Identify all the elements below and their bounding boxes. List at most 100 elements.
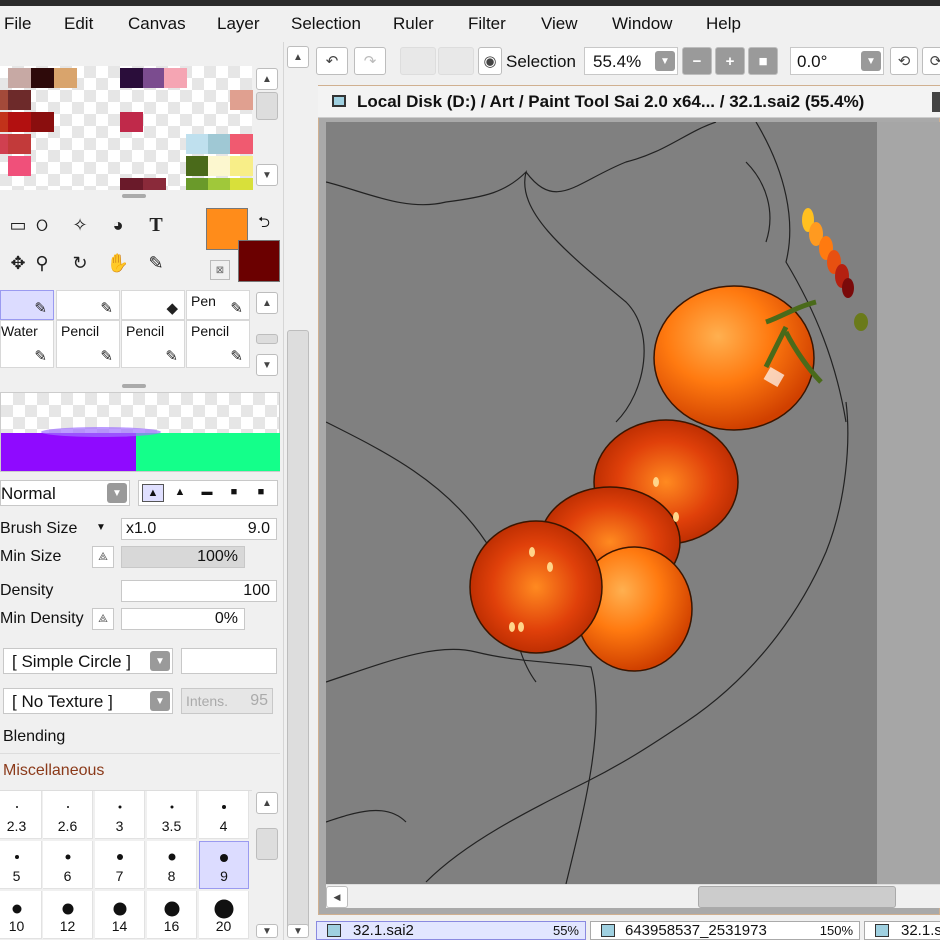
pressure-icon[interactable]: ⟁ <box>92 608 114 630</box>
brush-texture-select[interactable]: [ No Texture ] ▼ <box>3 688 173 714</box>
brush-tile[interactable]: ✎ <box>56 290 120 320</box>
deselect-button[interactable] <box>400 47 436 75</box>
brush-tile-pencil[interactable]: Pencil ✎ <box>121 320 185 368</box>
zoom-in-button[interactable]: + <box>715 47 745 75</box>
blending-section[interactable]: Blending <box>0 722 280 754</box>
menu-canvas[interactable]: Canvas <box>128 14 186 34</box>
brush-tile-pencil[interactable]: Pencil ✎ <box>56 320 120 368</box>
menu-layer[interactable]: Layer <box>217 14 260 34</box>
canvas-scroll-left[interactable]: ◀ <box>326 886 348 908</box>
brush-shape-select[interactable]: [ Simple Circle ] ▼ <box>3 648 173 674</box>
menu-file[interactable]: File <box>4 14 31 34</box>
min-size-slider[interactable]: 100% <box>121 546 245 568</box>
palette-scroll-thumb[interactable] <box>256 92 278 120</box>
shape-intensity-field[interactable] <box>181 648 277 674</box>
brush-size-cell[interactable]: 3 <box>95 791 145 839</box>
document-icon <box>332 95 346 107</box>
document-tab[interactable]: 643958537_2531973 150% <box>590 921 860 940</box>
document-tab-active[interactable]: 32.1.sai2 55% <box>316 921 586 940</box>
brush-size-cell[interactable]: 8 <box>147 841 197 889</box>
brush-size-cell[interactable]: 16 <box>147 891 197 939</box>
panel-scroll-thumb[interactable] <box>287 330 309 930</box>
menu-ruler[interactable]: Ruler <box>393 14 434 34</box>
rotate-cw-button[interactable]: ⟳ <box>922 47 940 75</box>
zoom-reset-button[interactable]: ■ <box>748 47 778 75</box>
text-tool-icon[interactable]: T <box>138 208 174 242</box>
canvas-horizontal-scrollbar[interactable]: ◀ <box>326 884 940 908</box>
brush-size-cell[interactable]: 5 <box>0 841 42 889</box>
eye-icon[interactable]: ◉ <box>478 47 502 75</box>
menu-view[interactable]: View <box>541 14 578 34</box>
pressure-icon[interactable]: ⟁ <box>92 546 114 568</box>
rotate-icon[interactable]: ↻ <box>62 246 98 280</box>
menu-selection[interactable]: Selection <box>291 14 361 34</box>
size-grid-scroll-thumb[interactable] <box>256 828 278 860</box>
brush-list-scroll-down[interactable]: ▼ <box>256 354 278 376</box>
zoom-out-button[interactable]: − <box>682 47 712 75</box>
tip-soft-icon[interactable]: ▬ <box>196 484 218 502</box>
eyedropper-icon[interactable]: ✎ <box>138 246 174 280</box>
brush-tile-pencil[interactable]: Pencil ✎ <box>186 320 250 368</box>
brush-size-field[interactable]: x1.0 9.0 <box>121 518 277 540</box>
splitter-handle[interactable] <box>122 194 146 198</box>
menu-help[interactable]: Help <box>706 14 741 34</box>
document-tab[interactable]: 32.1.s <box>864 921 940 940</box>
undo-button[interactable]: ↶ <box>316 47 348 75</box>
magic-wand-icon[interactable]: ✧ <box>62 208 98 242</box>
brush-size-cell[interactable]: 7 <box>95 841 145 889</box>
brush-size-cell[interactable]: 2.3 <box>0 791 42 839</box>
brush-size-cell[interactable]: 4 <box>199 791 249 839</box>
color-swatch-palette[interactable] <box>0 66 253 190</box>
redo-button[interactable]: ↷ <box>354 47 386 75</box>
brush-size-cell[interactable]: 12 <box>43 891 93 939</box>
zoom-icon[interactable]: ⚲ <box>24 246 60 280</box>
palette-scroll-down[interactable]: ▼ <box>256 164 278 186</box>
canvas-scroll-thumb[interactable] <box>698 886 896 908</box>
palette-scroll-up[interactable]: ▲ <box>256 68 278 90</box>
panel-scroll-down[interactable]: ▼ <box>287 924 309 938</box>
brush-size-cell[interactable]: 10 <box>0 891 42 939</box>
brush-size-cell[interactable]: 6 <box>43 841 93 889</box>
background-color[interactable] <box>238 240 280 282</box>
brush-tile-selected[interactable]: ✎ <box>0 290 54 320</box>
tip-round-icon[interactable]: ▲ <box>169 484 191 502</box>
panel-scrollbar[interactable]: ▲ ▼ <box>286 44 310 940</box>
menu-window[interactable]: Window <box>612 14 672 34</box>
rotate-reset-button[interactable]: ⟲ <box>890 47 918 75</box>
zoom-select[interactable]: 55.4% ▼ <box>584 47 678 75</box>
brush-size-cell[interactable]: 14 <box>95 891 145 939</box>
brush-size-cell[interactable]: 3.5 <box>147 791 197 839</box>
lasso-icon[interactable]: ଠ <box>24 208 60 242</box>
shape-fill-icon[interactable]: ◕ <box>100 208 136 242</box>
menu-edit[interactable]: Edit <box>64 14 93 34</box>
brush-tile-pen[interactable]: Pen ✎ <box>186 290 250 320</box>
min-density-slider[interactable]: 0% <box>121 608 245 630</box>
invert-selection-button[interactable] <box>438 47 474 75</box>
miscellaneous-section[interactable]: Miscellaneous <box>0 755 280 787</box>
tip-square-icon[interactable]: ■ <box>250 484 272 502</box>
tip-flat-icon[interactable]: ■ <box>223 484 245 502</box>
transparent-color-icon[interactable]: ⊠ <box>210 260 230 280</box>
brush-list-scroll-thumb[interactable] <box>256 334 278 344</box>
brush-tile-eraser[interactable]: ◆ <box>121 290 185 320</box>
brush-size-grid: 2.3 2.6 3 3.5 4 5 6 7 8 9 10 12 14 16 20 <box>0 790 252 940</box>
canvas-titlebar[interactable]: Local Disk (D:) / Art / Paint Tool Sai 2… <box>318 86 940 118</box>
brush-size-cell-selected[interactable]: 9 <box>199 841 249 889</box>
brush-size-cell[interactable]: 2.6 <box>43 791 93 839</box>
drawing-canvas[interactable] <box>326 122 940 884</box>
size-grid-scroll-up[interactable]: ▲ <box>256 792 278 814</box>
splitter-handle[interactable] <box>122 384 146 388</box>
panel-scroll-up[interactable]: ▲ <box>287 46 309 68</box>
rotation-select[interactable]: 0.0° ▼ <box>790 47 884 75</box>
blend-mode-select[interactable]: Normal ▼ <box>0 480 130 506</box>
tip-sharp-icon[interactable]: ▲ <box>142 484 164 502</box>
density-slider[interactable]: 100 <box>121 580 277 602</box>
size-grid-scroll-down[interactable]: ▼ <box>256 924 278 938</box>
swap-colors-icon[interactable]: ⮌ <box>258 212 270 237</box>
menu-filter[interactable]: Filter <box>468 14 506 34</box>
brush-size-cell[interactable]: 20 <box>199 891 249 939</box>
chevron-down-icon[interactable]: ▼ <box>96 522 106 533</box>
hand-icon[interactable]: ✋ <box>100 246 136 280</box>
brush-tile-water[interactable]: Water ✎ <box>0 320 54 368</box>
brush-list-scroll-up[interactable]: ▲ <box>256 292 278 314</box>
